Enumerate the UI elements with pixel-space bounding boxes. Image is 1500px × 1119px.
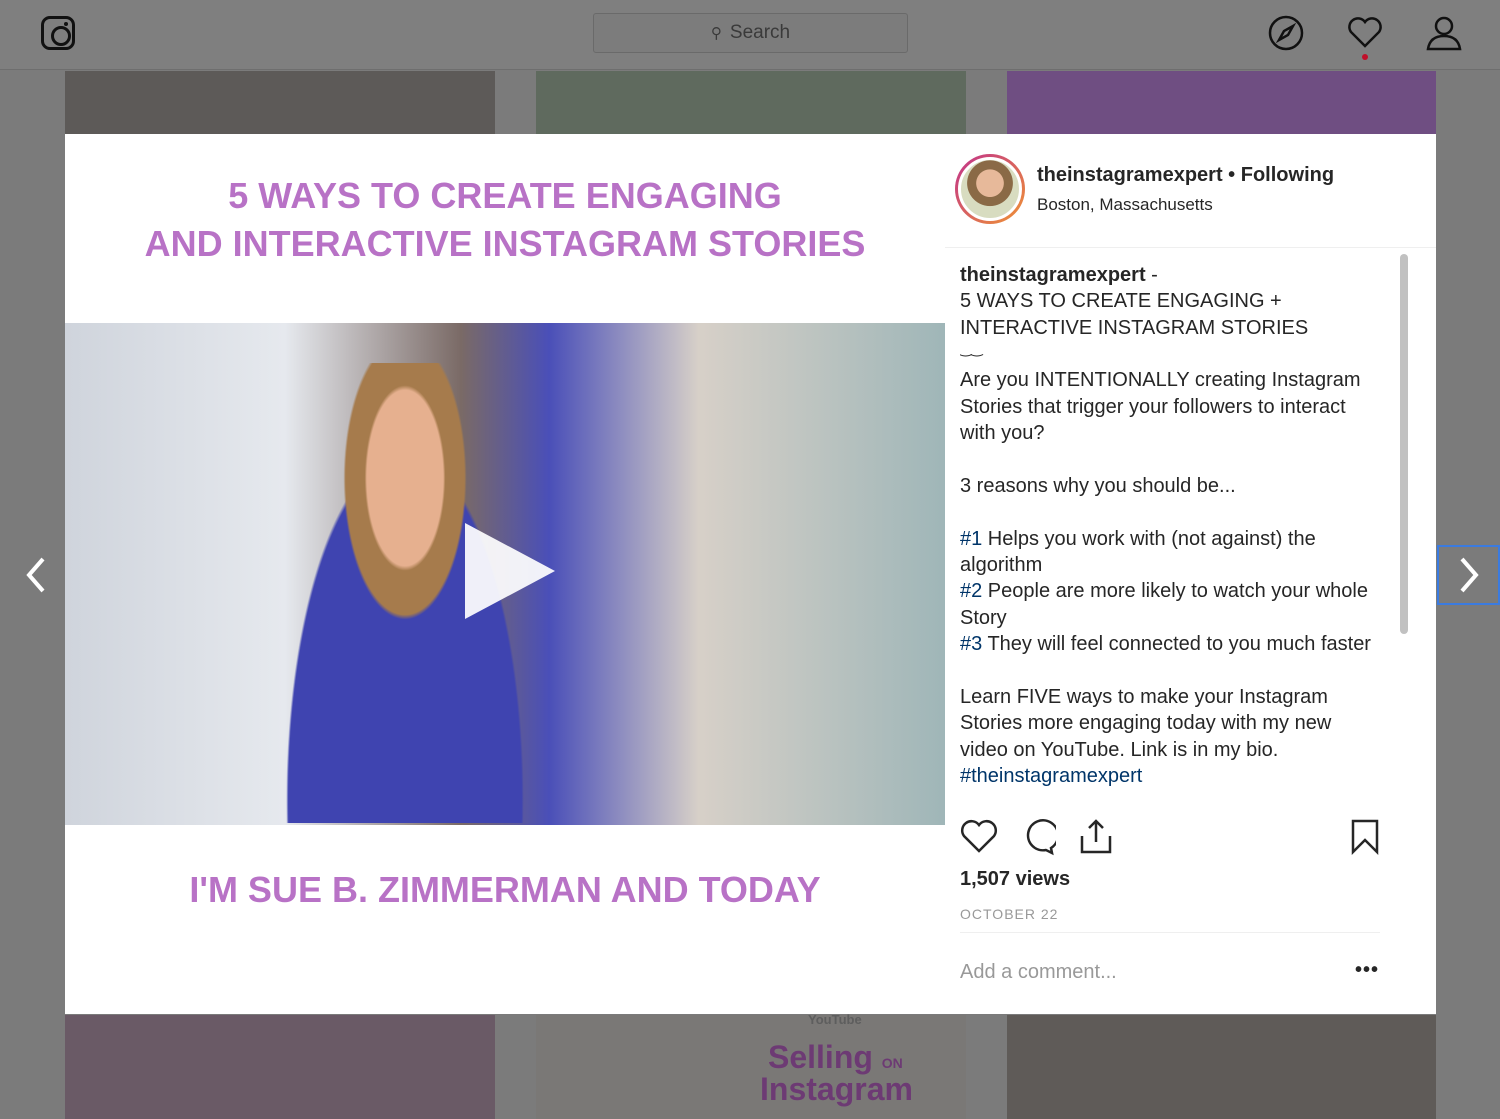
reason-text: They will feel connected to you much fas…	[982, 633, 1371, 656]
reason-hashtag[interactable]: #2	[960, 580, 982, 602]
reason-text: Helps you work with (not against) the al…	[960, 527, 1316, 577]
background-post-tile[interactable]	[65, 71, 495, 134]
reason: #3 They will feel connected to you much …	[960, 633, 1371, 655]
chevron-left-icon	[26, 557, 45, 593]
like-heart-icon[interactable]	[960, 818, 998, 856]
caption: theinstagramexpert - 5 WAYS TO CREATE EN…	[960, 262, 1380, 802]
search-placeholder: Search	[729, 22, 791, 43]
reason-hashtag[interactable]: #1	[960, 528, 982, 550]
chevron-right-icon	[1459, 557, 1479, 593]
caption-reasons: #1 Helps you work with (not against) the…	[960, 526, 1380, 658]
avatar[interactable]	[955, 154, 1025, 224]
post-header: theinstagramexpert • Following Boston, M…	[945, 134, 1436, 248]
caption-paragraph: Are you INTENTIONALLY creating Instagram…	[960, 369, 1361, 445]
search-input[interactable]: ⚲ Search	[593, 13, 908, 53]
post-date[interactable]: OCTOBER 22	[960, 906, 1058, 922]
divider	[960, 932, 1380, 933]
post-media: 5 WAYS TO CREATE ENGAGING AND INTERACTIVE…	[65, 134, 945, 1014]
previous-post-button[interactable]	[6, 545, 66, 605]
username-link[interactable]: theinstagramexpert	[1037, 164, 1223, 186]
top-nav-bar: ⚲ Search	[0, 0, 1500, 70]
caption-paragraph: 3 reasons why you should be...	[960, 474, 1236, 497]
share-icon[interactable]	[1077, 818, 1115, 856]
view-count[interactable]: 1,507 views	[960, 868, 1070, 891]
reason-hashtag[interactable]: #3	[960, 633, 982, 655]
post-modal: 5 WAYS TO CREATE ENGAGING AND INTERACTIVE…	[65, 134, 1436, 1014]
comment-icon[interactable]	[1018, 818, 1056, 856]
caption-author[interactable]: theinstagramexpert	[960, 264, 1146, 286]
background-post-tile[interactable]: YouTube Selling ON Instagram	[536, 1012, 966, 1119]
following-button[interactable]: Following	[1241, 164, 1334, 186]
explore-compass-icon[interactable]	[1267, 14, 1305, 52]
bookmark-icon[interactable]	[1350, 818, 1380, 856]
location-link[interactable]: Boston, Massachusetts	[1037, 195, 1213, 215]
more-options-button[interactable]: •••	[1355, 959, 1379, 982]
next-post-button[interactable]	[1437, 545, 1500, 605]
reason: #1 Helps you work with (not against) the…	[960, 528, 1316, 576]
instagram-logo-icon[interactable]	[41, 16, 75, 50]
image-subtitle: I'M SUE B. ZIMMERMAN AND TODAY	[189, 869, 821, 910]
background-post-tile[interactable]	[65, 1015, 495, 1119]
emoji-icon: ‿‿	[960, 340, 983, 357]
action-bar	[960, 818, 1380, 858]
background-post-tile[interactable]	[536, 71, 966, 134]
image-title: 5 WAYS TO CREATE ENGAGING AND INTERACTIVE…	[144, 175, 866, 264]
reason-text: People are more likely to watch your who…	[960, 580, 1368, 629]
tile-text: YouTube	[808, 1012, 862, 1027]
background-post-tile[interactable]	[1007, 71, 1436, 134]
play-icon[interactable]	[465, 523, 555, 619]
activity-heart-icon[interactable]	[1346, 14, 1384, 52]
notification-dot	[1362, 54, 1368, 60]
caption-line: 5 WAYS TO CREATE ENGAGING +	[960, 290, 1282, 313]
reason: #2 People are more likely to watch your …	[960, 580, 1368, 628]
caption-scrollbar[interactable]	[1397, 252, 1411, 802]
caption-line: INTERACTIVE INSTAGRAM STORIES	[960, 316, 1309, 339]
hashtag-link[interactable]: #theinstagramexpert	[960, 763, 1380, 789]
profile-icon[interactable]	[1425, 14, 1463, 52]
post-author: theinstagramexpert • Following	[1037, 164, 1335, 186]
post-details-panel: theinstagramexpert • Following Boston, M…	[945, 134, 1436, 1014]
caption-paragraph: Learn FIVE ways to make your Instagram S…	[960, 686, 1332, 761]
search-icon: ⚲	[710, 25, 722, 42]
video-player[interactable]	[65, 323, 945, 825]
background-post-tile[interactable]	[1007, 1015, 1436, 1119]
tile-text: Instagram	[760, 1071, 913, 1107]
comment-input[interactable]: Add a comment...	[960, 961, 1117, 984]
